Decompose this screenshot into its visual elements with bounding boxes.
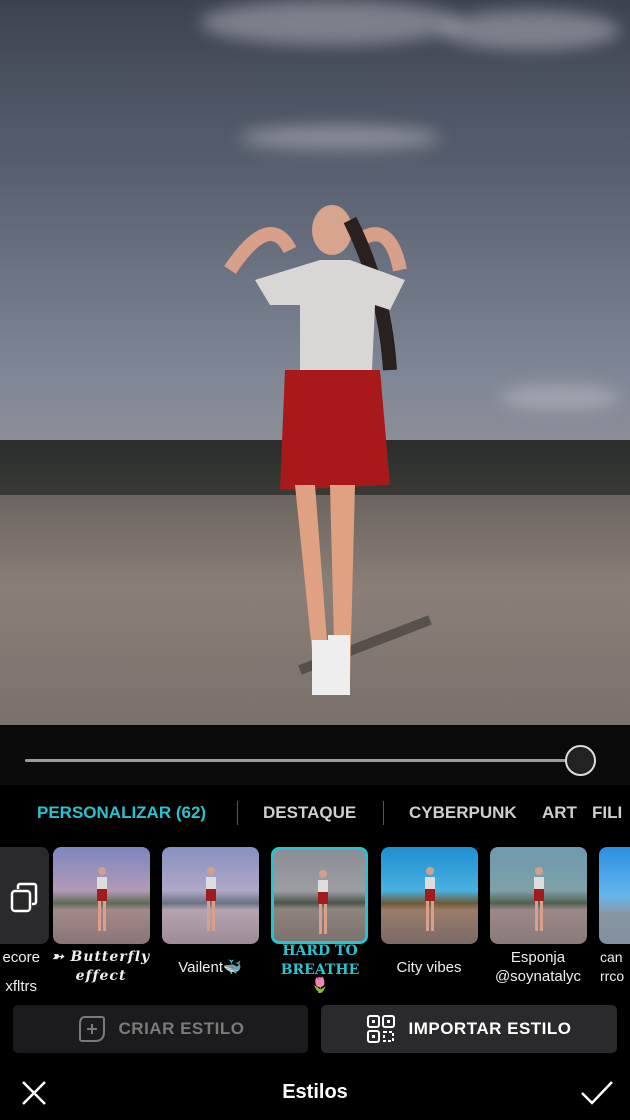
thumbnail-figure — [425, 867, 435, 931]
thumbnail-figure — [534, 867, 544, 931]
style-label: can — [600, 949, 623, 965]
add-style-icon — [78, 1016, 105, 1042]
style-label: Esponja — [510, 949, 566, 966]
confirm-check-icon[interactable] — [580, 1080, 614, 1106]
cloud — [200, 0, 460, 45]
style-label: ➳ Butterfly effect — [51, 949, 151, 984]
style-card[interactable] — [490, 847, 587, 944]
style-label: rrco — [600, 968, 625, 984]
copy-stack-icon — [10, 882, 38, 913]
create-style-button[interactable]: CRIAR ESTILO — [13, 1005, 308, 1053]
thumbnail-figure — [97, 867, 107, 931]
photo-preview — [0, 0, 630, 725]
bottom-bar: Estilos — [0, 1068, 630, 1118]
person-figure — [224, 205, 432, 695]
import-style-button[interactable]: IMPORTAR ESTILO — [321, 1005, 617, 1053]
style-card[interactable] — [162, 847, 259, 944]
tab-filters[interactable]: FILI — [592, 803, 622, 823]
style-card[interactable] — [53, 847, 150, 944]
cloud — [500, 385, 620, 410]
style-card[interactable] — [599, 847, 630, 944]
style-label: City vibes — [396, 959, 462, 976]
qr-code-icon — [367, 1015, 396, 1043]
cloud — [440, 10, 620, 50]
thumbnail-figure — [318, 870, 328, 934]
divider — [237, 801, 238, 825]
divider — [383, 801, 384, 825]
style-card-manage[interactable] — [0, 847, 49, 944]
style-card-selected[interactable] — [271, 847, 368, 944]
style-label: ecore — [2, 949, 40, 966]
intensity-slider-bar — [0, 725, 630, 785]
tab-art[interactable]: ART — [542, 803, 577, 823]
style-card[interactable] — [381, 847, 478, 944]
create-style-label: CRIAR ESTILO — [118, 1019, 245, 1038]
tab-personalizar[interactable]: PERSONALIZAR (62) — [37, 803, 206, 823]
style-category-tabs: PERSONALIZAR (62) DESTAQUE CYBERPUNK ART… — [0, 800, 630, 826]
tab-cyberpunk[interactable]: CYBERPUNK — [409, 803, 517, 823]
intensity-slider-track[interactable] — [25, 759, 580, 762]
style-label: HARD TO BREATHE — [280, 943, 360, 978]
intensity-slider-handle[interactable] — [565, 745, 596, 776]
style-label: Vailent🐳 — [178, 959, 242, 976]
cloud — [240, 125, 440, 150]
tab-destaque[interactable]: DESTAQUE — [263, 803, 356, 823]
style-label: xfltrs — [5, 978, 37, 995]
import-style-label: IMPORTAR ESTILO — [408, 1019, 572, 1038]
page-title: Estilos — [282, 1081, 348, 1103]
style-label: @soynatalyc — [494, 968, 582, 985]
style-label: 🌷 — [310, 977, 330, 994]
thumbnail-figure — [206, 867, 216, 931]
